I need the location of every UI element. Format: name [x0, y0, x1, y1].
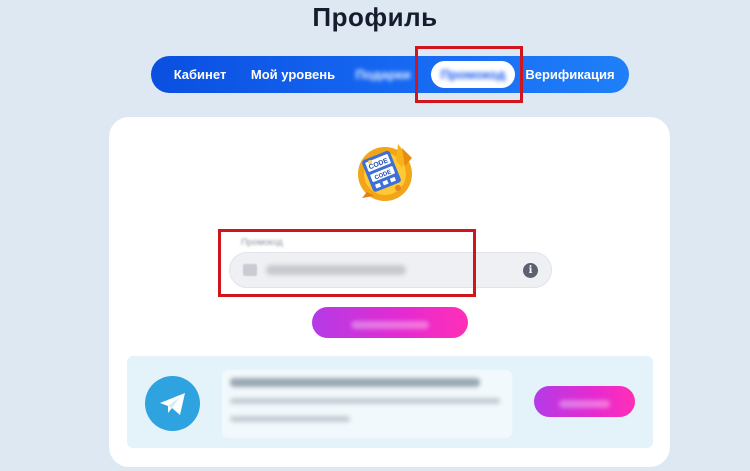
- info-icon[interactable]: i: [523, 263, 538, 278]
- page-title: Профиль: [312, 2, 438, 32]
- promocode-field-label: Промокод: [241, 237, 283, 247]
- profile-tab-bar: Кабинет Мой уровень Подарки Промокод Вер…: [151, 56, 629, 93]
- promocode-input[interactable]: i: [229, 252, 552, 288]
- profile-page: Профиль Кабинет Мой уровень Подарки Пром…: [0, 0, 750, 471]
- subscribe-button-label: [559, 399, 610, 408]
- tab-promocode-label: Промокод: [440, 67, 506, 82]
- tab-promocode[interactable]: Промокод: [431, 61, 515, 88]
- telegram-text-line-3: [230, 416, 350, 422]
- telegram-subscribe-button[interactable]: [534, 386, 635, 417]
- promocode-placeholder: [266, 265, 406, 275]
- telegram-icon: [145, 376, 200, 431]
- tab-cabinet[interactable]: Кабинет: [157, 61, 243, 88]
- tab-verification[interactable]: Верификация: [517, 61, 623, 88]
- tab-gifts[interactable]: Подарки: [343, 61, 423, 88]
- promo-code-illustration: CODE CODE: [358, 144, 412, 201]
- telegram-text-line-2: [230, 398, 500, 404]
- telegram-text-line-1: [230, 378, 480, 387]
- ticket-icon: [243, 264, 257, 276]
- apply-button-label: [351, 320, 429, 329]
- telegram-banner-text: [222, 370, 512, 438]
- tab-my-level[interactable]: Мой уровень: [243, 61, 343, 88]
- apply-promocode-button[interactable]: [312, 307, 468, 338]
